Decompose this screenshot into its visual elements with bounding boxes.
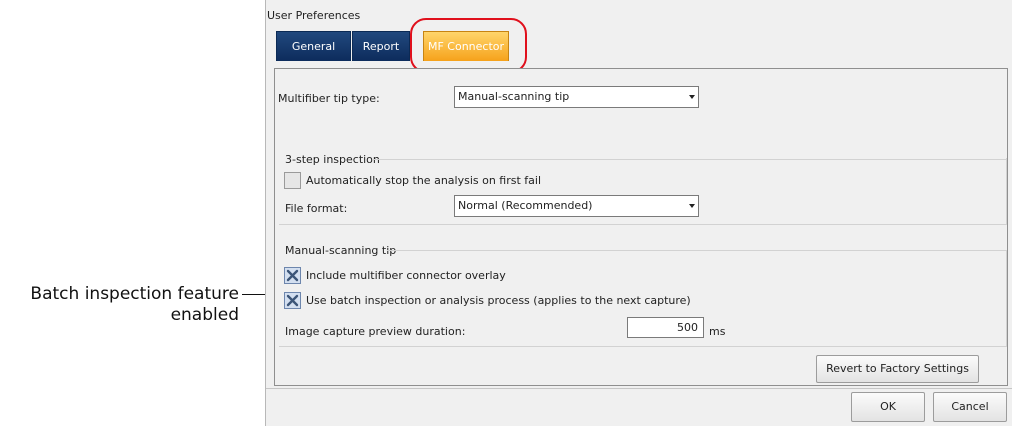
file-format-value: Normal (Recommended) xyxy=(458,199,593,212)
tab-highlight-circle xyxy=(410,18,527,73)
preview-duration-label: Image capture preview duration: xyxy=(285,325,466,338)
auto-stop-checkbox[interactable] xyxy=(284,172,301,189)
footer-separator xyxy=(266,388,1012,389)
callout-text-line1: Batch inspection feature xyxy=(30,284,239,304)
batch-inspection-label: Use batch inspection or analysis process… xyxy=(306,294,691,307)
tab-report[interactable]: Report xyxy=(352,31,410,61)
revert-factory-label: Revert to Factory Settings xyxy=(826,362,969,375)
group-divider xyxy=(372,159,1006,160)
ok-button[interactable]: OK xyxy=(851,392,925,422)
tab-general[interactable]: General xyxy=(276,31,351,61)
overlay-label: Include multifiber connector overlay xyxy=(306,269,506,282)
tab-report-label: Report xyxy=(362,40,400,53)
tab-general-label: General xyxy=(291,40,336,53)
tip-type-label: Multifiber tip type: xyxy=(278,92,380,105)
user-preferences-dialog: User Preferences General Report MF Conne… xyxy=(265,0,1012,426)
x-check-icon xyxy=(286,294,299,307)
mf-connector-panel: Multifiber tip type: Manual-scanning tip… xyxy=(274,68,1008,386)
callout-annotation: Batch inspection feature enabled xyxy=(0,284,239,326)
file-format-label: File format: xyxy=(285,202,348,215)
batch-inspection-checkbox[interactable] xyxy=(284,292,301,309)
preview-duration-value: 500 xyxy=(677,321,698,334)
ok-label: OK xyxy=(880,400,896,413)
overlay-checkbox[interactable] xyxy=(284,267,301,284)
revert-factory-button[interactable]: Revert to Factory Settings xyxy=(816,355,979,383)
dialog-title: User Preferences xyxy=(267,9,361,22)
preview-duration-input[interactable]: 500 xyxy=(627,317,704,338)
preview-duration-unit: ms xyxy=(709,325,726,338)
chevron-down-icon xyxy=(689,95,695,99)
x-check-icon xyxy=(286,269,299,282)
cancel-button[interactable]: Cancel xyxy=(933,392,1007,422)
chevron-down-icon xyxy=(689,204,695,208)
callout-text-line2: enabled xyxy=(170,305,239,325)
cancel-label: Cancel xyxy=(951,400,989,413)
file-format-select[interactable]: Normal (Recommended) xyxy=(454,195,699,217)
auto-stop-label: Automatically stop the analysis on first… xyxy=(306,174,542,187)
tip-type-select[interactable]: Manual-scanning tip xyxy=(454,86,699,108)
tip-type-value: Manual-scanning tip xyxy=(458,90,570,103)
